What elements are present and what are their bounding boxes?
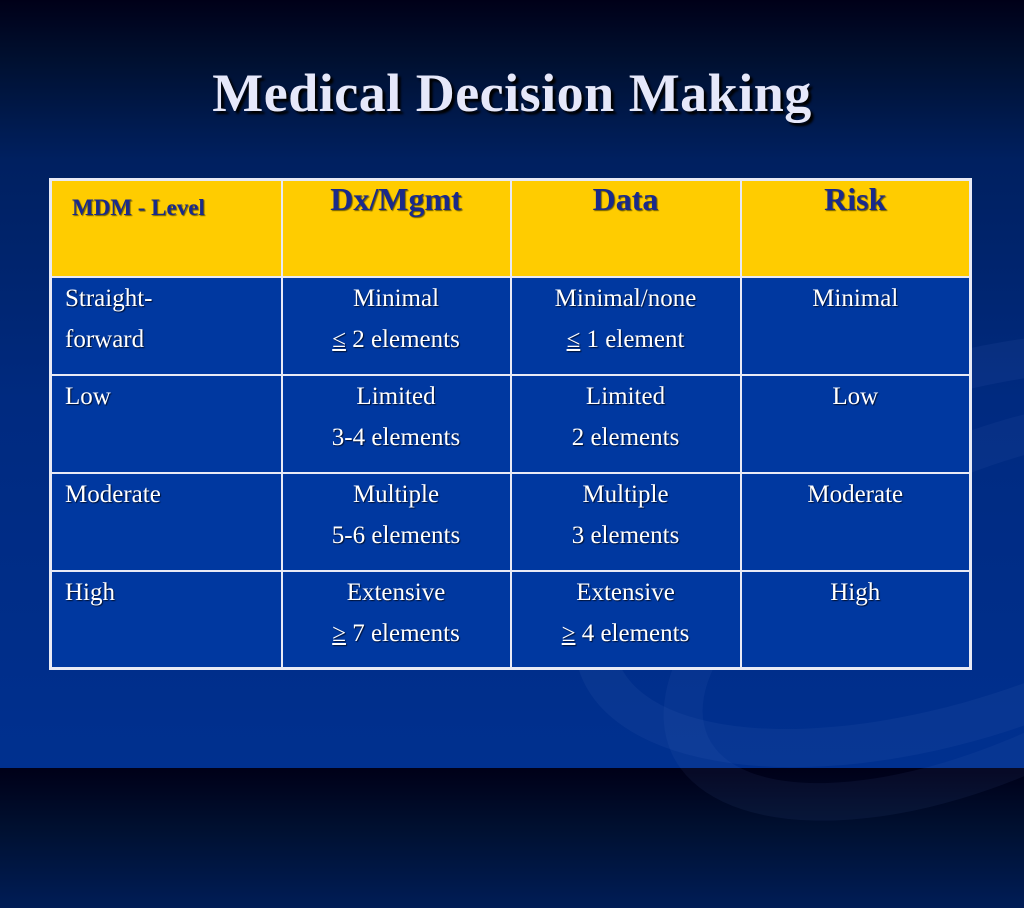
data-label: Minimal/none	[554, 284, 697, 312]
level-text: forward	[65, 325, 145, 353]
data-label: Multiple	[582, 480, 669, 508]
data-cell: Minimal/none ≤ 1 element	[509, 275, 742, 376]
table-row: Moderate Multiple 5-6 elements Multiple …	[49, 471, 972, 572]
dx-mgmt-cell: Extensive ≥ 7 elements	[280, 569, 512, 670]
level-text: Low	[65, 382, 111, 410]
data-count: 3 elements	[571, 521, 680, 549]
level-cell: Straight- forward	[49, 275, 283, 376]
table-row: Straight- forward Minimal ≤ 2 elements M…	[49, 275, 972, 376]
level-cell: High	[49, 569, 283, 670]
data-cell: Multiple 3 elements	[509, 471, 742, 572]
table-row: Low Limited 3-4 elements Limited 2 eleme…	[49, 373, 972, 474]
greater-equal-symbol: ≥	[561, 619, 576, 647]
data-count: 2 elements	[571, 423, 680, 451]
mdm-table: MDM - Level Dx/Mgmt Data Risk Straight- …	[49, 178, 972, 670]
slide-title: Medical Decision Making	[212, 63, 812, 123]
greater-equal-symbol: ≥	[332, 619, 346, 647]
dx-mgmt-label: Multiple	[352, 480, 440, 508]
level-cell: Moderate	[49, 471, 283, 572]
data-label: Extensive	[576, 578, 675, 606]
header-dx-mgmt: Dx/Mgmt	[280, 178, 512, 278]
level-text: Straight-	[65, 284, 153, 312]
dx-mgmt-count: 7 elements	[345, 619, 460, 647]
dx-mgmt-count: 2 elements	[345, 325, 460, 353]
data-label: Limited	[585, 382, 666, 410]
dx-mgmt-label: Minimal	[352, 284, 440, 312]
data-cell: Limited 2 elements	[509, 373, 742, 474]
dx-mgmt-cell: Limited 3-4 elements	[280, 373, 512, 474]
dx-mgmt-cell: Multiple 5-6 elements	[280, 471, 512, 572]
table-row: High Extensive ≥ 7 elements Extensive ≥ …	[49, 569, 972, 670]
header-data: Data	[509, 178, 742, 278]
data-cell: Extensive ≥ 4 elements	[509, 569, 742, 670]
dx-mgmt-count: 5-6 elements	[331, 521, 461, 549]
dx-mgmt-label: Extensive	[346, 578, 446, 606]
dx-mgmt-label: Limited	[356, 382, 436, 410]
less-equal-symbol: ≤	[566, 325, 581, 353]
data-count: 1 element	[580, 325, 685, 353]
level-text: High	[65, 578, 115, 606]
risk-cell: Moderate	[739, 471, 972, 572]
risk-cell: Low	[739, 373, 972, 474]
level-cell: Low	[49, 373, 283, 474]
level-text: Moderate	[65, 480, 161, 508]
data-count: 4 elements	[575, 619, 690, 647]
dx-mgmt-count: 3-4 elements	[331, 423, 461, 451]
dx-mgmt-cell: Minimal ≤ 2 elements	[280, 275, 512, 376]
table-header-row: MDM - Level Dx/Mgmt Data Risk	[49, 178, 972, 278]
header-mdm-level: MDM - Level	[49, 178, 283, 278]
less-equal-symbol: ≤	[332, 325, 346, 353]
risk-cell: High	[739, 569, 972, 670]
header-risk: Risk	[739, 178, 972, 278]
risk-cell: Minimal	[739, 275, 972, 376]
